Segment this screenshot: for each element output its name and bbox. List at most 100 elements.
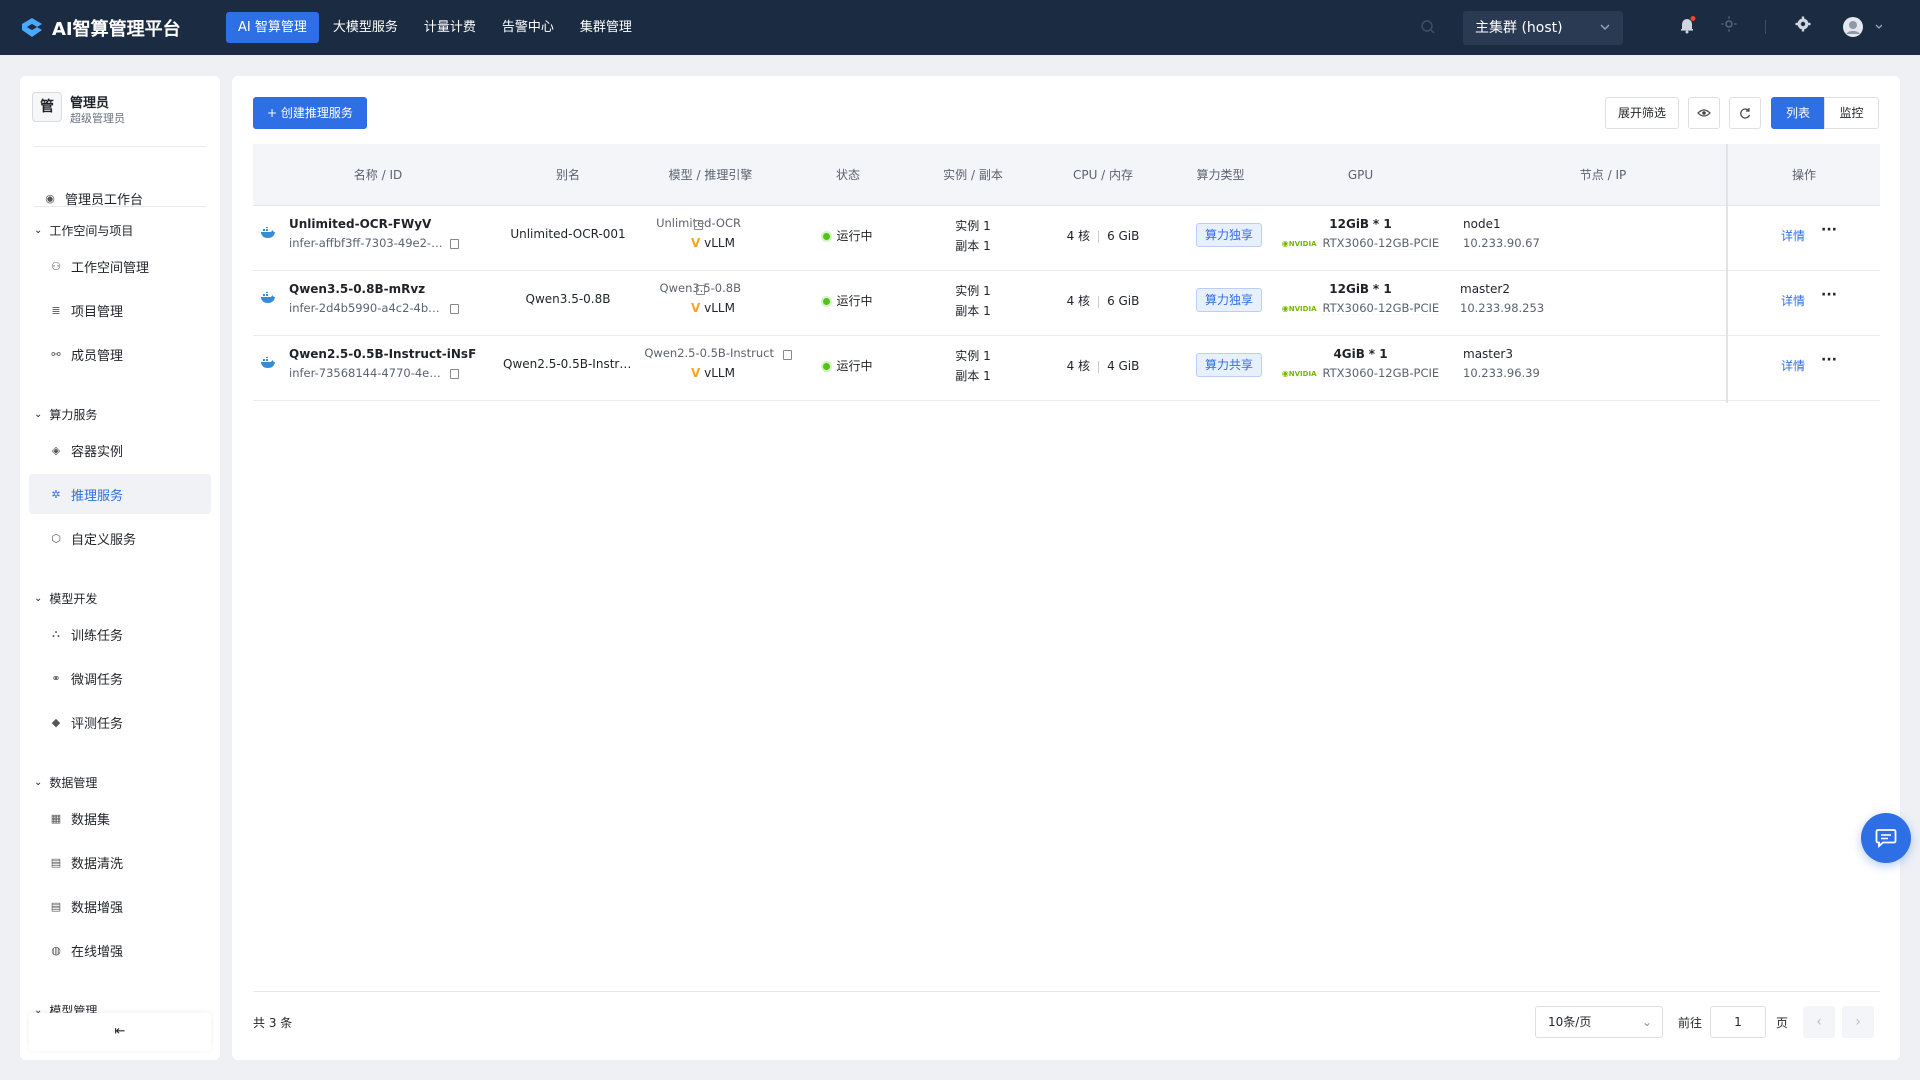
service-name[interactable]: Qwen3.5-0.8B-mRvz xyxy=(289,282,489,296)
detail-link[interactable]: 详情 xyxy=(1728,357,1858,374)
engine-label: vLLM xyxy=(704,236,735,250)
more-actions-icon[interactable]: ··· xyxy=(1821,222,1837,238)
logo-icon xyxy=(22,17,42,37)
hierarchy-icon: ⛬ xyxy=(52,627,60,640)
topnav-ai-compute[interactable]: AI 智算管理 xyxy=(226,12,319,43)
cpu-memory: 4 核 6 GiB xyxy=(1038,227,1168,244)
view-monitor-tab[interactable]: 监控 xyxy=(1824,97,1879,129)
memory-value: 4 GiB xyxy=(1107,359,1140,373)
topnav-alerts[interactable]: 告警中心 xyxy=(490,12,566,43)
search-icon[interactable] xyxy=(1420,19,1436,39)
cpu-value: 4 核 xyxy=(1066,229,1091,243)
sidebar-item-dataset[interactable]: ▦ 数据集 xyxy=(29,798,211,838)
prev-page-icon[interactable]: ‹ xyxy=(1803,1006,1835,1038)
eye-icon[interactable] xyxy=(1688,97,1720,129)
sidebar-item-custom-service[interactable]: ⬡ 自定义服务 xyxy=(29,518,211,558)
copy-icon[interactable] xyxy=(692,282,705,296)
service-alias: Qwen3.5-0.8B xyxy=(525,292,611,306)
topnav-cluster[interactable]: 集群管理 xyxy=(568,12,644,43)
copy-icon[interactable] xyxy=(446,236,459,250)
sidebar-item-workspace-mgmt[interactable]: ⚇ 工作空间管理 xyxy=(29,246,211,286)
expand-filter-button[interactable]: 展开筛选 xyxy=(1605,97,1679,129)
footer-divider xyxy=(253,991,1880,992)
refresh-icon[interactable] xyxy=(1729,97,1761,129)
gpu-vendor: NVIDIA xyxy=(1288,370,1317,378)
copy-icon[interactable] xyxy=(446,366,459,380)
cpu-value: 4 核 xyxy=(1066,359,1091,373)
page-number-input[interactable]: 1 xyxy=(1710,1006,1766,1038)
notification-bell-icon[interactable] xyxy=(1678,16,1696,38)
sidebar-collapse-button[interactable]: ⇤ xyxy=(29,1013,211,1051)
node-name: master3 xyxy=(1463,347,1513,361)
sidebar-item-label: 在线增强 xyxy=(71,944,124,960)
status-label: 运行中 xyxy=(836,294,873,308)
sidebar-item-container-instance[interactable]: ◈ 容器实例 xyxy=(29,430,211,470)
docker-whale-icon xyxy=(260,227,276,242)
page-size-select[interactable]: 10条/页 ⌄ xyxy=(1535,1006,1663,1038)
docker-whale-icon xyxy=(260,357,276,372)
detail-link[interactable]: 详情 xyxy=(1728,292,1858,309)
topnav-billing[interactable]: 计量计费 xyxy=(412,12,488,43)
list-icon: ≣ xyxy=(51,303,61,317)
view-list-tab[interactable]: 列表 xyxy=(1771,97,1825,129)
service-name[interactable]: Unlimited-OCR-FWyV xyxy=(289,217,489,231)
more-actions-icon[interactable]: ··· xyxy=(1821,352,1837,368)
col-alias: 别名 xyxy=(555,168,580,182)
col-actions: 操作 xyxy=(1791,168,1816,182)
vllm-logo-icon: V xyxy=(691,366,701,380)
vllm-logo-icon: V xyxy=(691,236,701,250)
sidebar-item-inference-service[interactable]: ✲ 推理服务 xyxy=(29,474,211,514)
gpu-spec: 12GiB * 1 xyxy=(1273,217,1448,231)
create-inference-button[interactable]: + 创建推理服务 xyxy=(253,97,367,129)
engine-label: vLLM xyxy=(704,301,735,315)
service-id: infer-2d4b5990-a4c2-4b81-ad9e-... xyxy=(289,301,444,315)
compute-type-tag: 算力共享 xyxy=(1196,353,1263,377)
sidebar-item-training-task[interactable]: ⛬ 训练任务 xyxy=(29,614,211,654)
copy-icon[interactable] xyxy=(690,217,703,231)
vllm-engine: V vLLM xyxy=(691,236,735,250)
cluster-select[interactable]: 主集群 (host) xyxy=(1463,11,1623,45)
settings-gear-icon[interactable] xyxy=(1795,16,1811,36)
sidebar-item-data-cleaning[interactable]: ▤ 数据清洗 xyxy=(29,842,211,882)
vllm-logo-icon: V xyxy=(691,301,701,315)
sidebar-section-data-mgmt[interactable]: ⌄ 数据管理 xyxy=(34,774,97,791)
sidebar-section-model-dev[interactable]: ⌄ 模型开发 xyxy=(34,590,97,607)
table-lines-icon: ▤ xyxy=(50,855,62,869)
app-title: AI智算管理平台 xyxy=(52,18,181,40)
sidebar-divider xyxy=(34,206,206,207)
node-ip: 10.233.90.67 xyxy=(1463,236,1540,250)
sidebar-item-member-mgmt[interactable]: ⚯ 成员管理 xyxy=(29,334,211,374)
sidebar-item-workbench[interactable]: ◉ 管理员工作台 xyxy=(29,178,211,218)
more-actions-icon[interactable]: ··· xyxy=(1821,287,1837,303)
chat-assistant-button[interactable] xyxy=(1861,813,1911,863)
topnav-llm-service[interactable]: 大模型服务 xyxy=(321,12,410,43)
gpu-model: ◉NVIDIA RTX3060-12GB-PCIE xyxy=(1273,301,1448,315)
sidebar-item-finetune-task[interactable]: ⚭ 微调任务 xyxy=(29,658,211,698)
sidebar-item-project-mgmt[interactable]: ≣ 项目管理 xyxy=(29,290,211,330)
sidebar-section-compute[interactable]: ⌄ 算力服务 xyxy=(34,406,97,423)
detail-link[interactable]: 详情 xyxy=(1728,227,1858,244)
sidebar-section-workspace[interactable]: ⌄ 工作空间与项目 xyxy=(34,222,133,239)
sidebar-item-label: 微调任务 xyxy=(71,672,124,688)
gpu-memory: 12GiB xyxy=(1329,217,1370,231)
section-label: 工作空间与项目 xyxy=(49,224,134,238)
cpu-memory: 4 核 4 GiB xyxy=(1038,357,1168,374)
app-logo[interactable]: AI智算管理平台 xyxy=(20,15,205,41)
next-page-icon[interactable]: › xyxy=(1842,1006,1874,1038)
chevron-down-icon: ⌄ xyxy=(34,225,43,236)
sidebar-item-data-augment[interactable]: ▤ 数据增强 xyxy=(29,886,211,926)
create-button-label: 创建推理服务 xyxy=(280,106,353,120)
user-avatar[interactable] xyxy=(1842,16,1883,42)
replica-count: 副本 1 xyxy=(955,369,991,383)
nvidia-logo-icon: ◉NVIDIA xyxy=(1281,369,1317,378)
sidebar-item-online-augment[interactable]: ◍ 在线增强 xyxy=(29,930,211,970)
sidebar-item-eval-task[interactable]: ◆ 评测任务 xyxy=(29,702,211,742)
user-name: 管理员 xyxy=(70,96,110,111)
copy-icon[interactable] xyxy=(446,301,459,315)
network-icon: ✲ xyxy=(51,487,61,501)
theme-sun-icon[interactable] xyxy=(1721,16,1737,36)
sidebar-item-label: 训练任务 xyxy=(71,628,124,644)
inference-table: 名称 / ID 别名 模型 / 推理引擎 状态 实例 / 副本 CPU / 内存… xyxy=(253,144,1880,401)
service-name[interactable]: Qwen2.5-0.5B-Instruct-iNsF xyxy=(289,347,489,361)
grid-icon: ▦ xyxy=(50,811,62,825)
